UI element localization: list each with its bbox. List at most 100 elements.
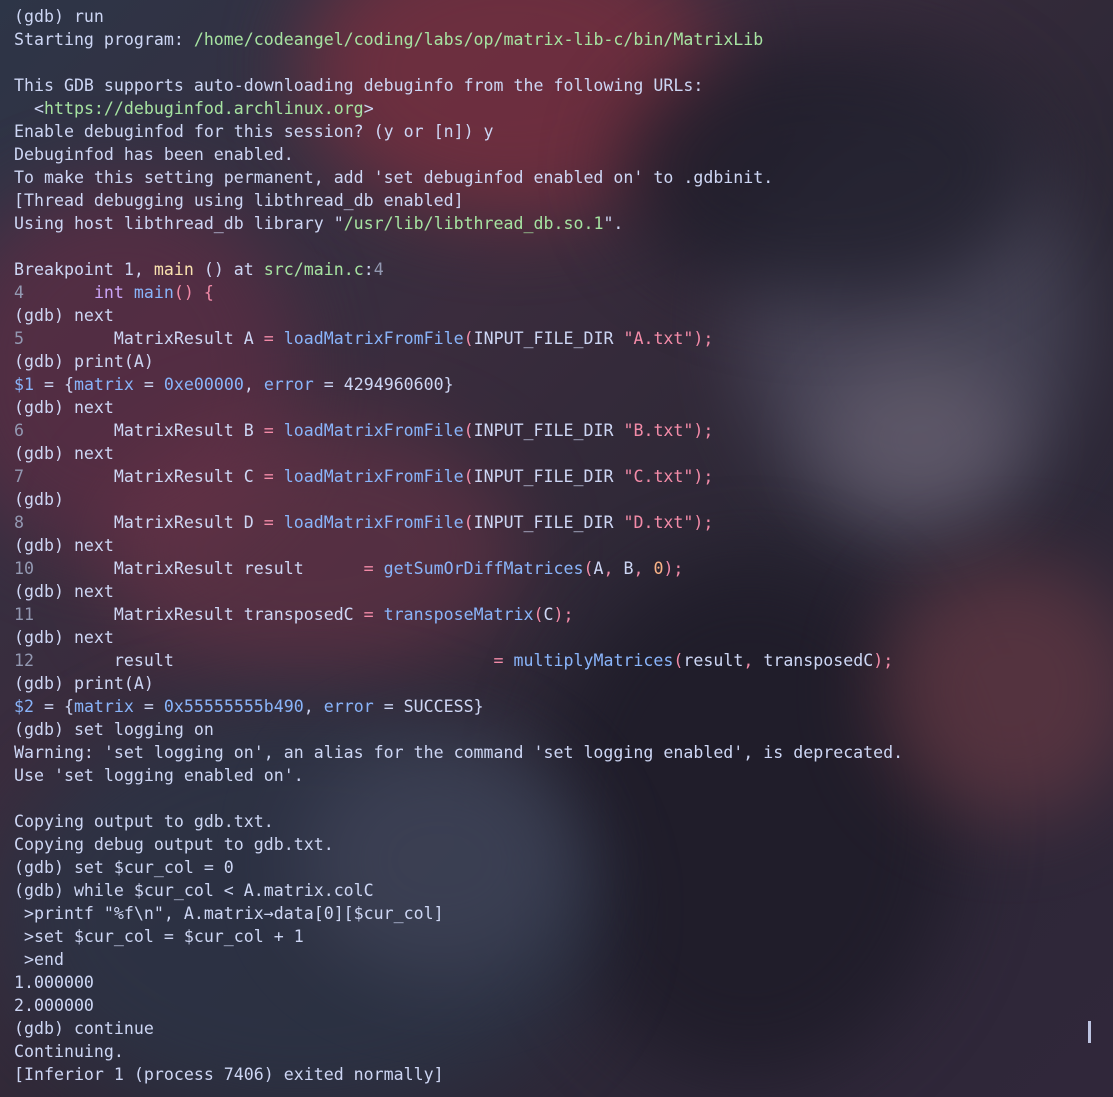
terminal-text-segment: = { xyxy=(33,697,74,716)
terminal-text-segment: Continuing. xyxy=(14,1042,124,1061)
terminal-text-segment: $1 xyxy=(14,375,34,394)
terminal-text-segment: MatrixResult A xyxy=(24,329,264,348)
terminal-text-segment: B xyxy=(613,559,634,578)
terminal-text-segment: (gdb) run xyxy=(14,7,104,26)
terminal-text-segment: ); xyxy=(553,605,574,624)
terminal-text-segment: (gdb) print(A) xyxy=(14,352,154,371)
terminal-text-segment: 7 xyxy=(14,467,24,486)
terminal-text-segment: int xyxy=(93,283,124,302)
terminal-text-segment: ( xyxy=(463,513,474,532)
terminal-text-segment: 6 xyxy=(14,421,24,440)
terminal-text-segment: >end xyxy=(14,950,64,969)
terminal-line: [Inferior 1 (process 7406) exited normal… xyxy=(14,1063,1103,1086)
terminal-line: To make this setting permanent, add 'set… xyxy=(14,166,1103,189)
terminal-line: 2.000000 xyxy=(14,994,1103,1017)
terminal-text-segment: MatrixResult D xyxy=(24,513,264,532)
terminal-text-segment: Copying debug output to gdb.txt. xyxy=(14,835,334,854)
terminal-text-segment: , xyxy=(603,559,614,578)
terminal-text-segment: C xyxy=(543,605,554,624)
terminal-text-segment: = xyxy=(263,421,274,440)
terminal-text-segment: 0x55555555b490 xyxy=(163,697,304,716)
terminal-text-segment: (gdb) next xyxy=(14,398,114,417)
terminal-text-segment: >printf "%f\n", A.matrix→data[0][$cur_co… xyxy=(14,904,444,923)
terminal-line: Breakpoint 1, main () at src/main.c:4 xyxy=(14,258,1103,281)
terminal-text-segment: 4 xyxy=(14,283,24,302)
terminal-text-segment: 2.000000 xyxy=(14,996,94,1015)
terminal-text-segment: (gdb) continue xyxy=(14,1019,154,1038)
terminal-output[interactable]: (gdb) run Starting program: /home/codeang… xyxy=(14,5,1103,1097)
terminal-text-segment: Warning: 'set logging on', an alias for … xyxy=(14,743,904,762)
terminal-line: 7 MatrixResult C = loadMatrixFromFile(IN… xyxy=(14,465,1103,488)
terminal-text-segment: ( xyxy=(463,467,474,486)
terminal-text-segment: loadMatrixFromFile xyxy=(273,329,464,348)
terminal-text-segment: >set $cur_col = $cur_col + 1 xyxy=(14,927,304,946)
terminal-text-segment: (gdb) while $cur_col < A.matrix.colC xyxy=(14,881,374,900)
terminal-line: (gdb) next xyxy=(14,534,1103,557)
terminal-line: >printf "%f\n", A.matrix→data[0][$cur_co… xyxy=(14,902,1103,925)
terminal-line: 4 int main() { xyxy=(14,281,1103,304)
terminal-text-segment: = xyxy=(133,697,164,716)
terminal-text-segment: transposeMatrix xyxy=(373,605,534,624)
terminal-text-segment: ( xyxy=(673,651,684,670)
terminal-text-segment: error xyxy=(323,697,374,716)
terminal-text-segment: main xyxy=(153,260,194,279)
terminal-text-segment: , xyxy=(243,375,264,394)
terminal-text-segment: 12 xyxy=(14,651,34,670)
terminal-text-segment: ); xyxy=(693,513,714,532)
terminal-line: <https://debuginfod.archlinux.org> xyxy=(14,97,1103,120)
terminal-line: This GDB supports auto-downloading debug… xyxy=(14,74,1103,97)
terminal-text-segment: Enable debuginfod for this session? (y o… xyxy=(14,122,494,141)
terminal-text-segment: ( xyxy=(463,421,474,440)
terminal-text-segment: > xyxy=(363,99,374,118)
terminal-text-segment: : xyxy=(363,260,374,279)
terminal-line: 6 MatrixResult B = loadMatrixFromFile(IN… xyxy=(14,419,1103,442)
terminal-text-segment: () { xyxy=(173,283,214,302)
terminal-line: (gdb) xyxy=(14,488,1103,511)
terminal-text-segment: matrix xyxy=(73,375,134,394)
terminal-text-segment: = xyxy=(263,513,274,532)
terminal-text-segment: = xyxy=(133,375,164,394)
terminal-line: (gdb) next xyxy=(14,304,1103,327)
terminal-line: 12 result = multiplyMatrices(result, tra… xyxy=(14,649,1103,672)
terminal-text-segment: ); xyxy=(663,559,684,578)
terminal-line: Copying output to gdb.txt. xyxy=(14,810,1103,833)
terminal-text-segment: MatrixResult B xyxy=(24,421,264,440)
terminal-text-segment: Copying output to gdb.txt. xyxy=(14,812,274,831)
terminal-text-segment: result xyxy=(683,651,744,670)
terminal-text-segment: matrix xyxy=(73,697,134,716)
terminal-line: >end xyxy=(14,948,1103,971)
terminal-text-segment: ( xyxy=(583,559,594,578)
terminal-text-segment: getSumOrDiffMatrices xyxy=(373,559,584,578)
terminal-text-segment: ( xyxy=(463,329,474,348)
terminal-line: (gdb) continue xyxy=(14,1017,1103,1040)
terminal-line: Copying debug output to gdb.txt. xyxy=(14,833,1103,856)
terminal-text-segment: 0xe00000 xyxy=(163,375,244,394)
terminal-text-segment: transposedC xyxy=(753,651,874,670)
terminal-text-segment: /home/codeangel/coding/labs/op/matrix-li… xyxy=(193,30,764,49)
terminal-line: $2 = {matrix = 0x55555555b490, error = S… xyxy=(14,695,1103,718)
terminal-line: (gdb) print(A) xyxy=(14,350,1103,373)
terminal-text-segment: Starting program: xyxy=(14,30,194,49)
terminal-line: (gdb) next xyxy=(14,396,1103,419)
terminal-text-segment: ); xyxy=(873,651,894,670)
terminal-line: 10 MatrixResult result = getSumOrDiffMat… xyxy=(14,557,1103,580)
terminal-text-segment: (gdb) set $cur_col = 0 xyxy=(14,858,234,877)
terminal-text-segment: = { xyxy=(33,375,74,394)
terminal-line: Continuing. xyxy=(14,1040,1103,1063)
terminal-text-segment: [Thread debugging using libthread_db ena… xyxy=(14,191,464,210)
terminal-text-segment: = xyxy=(493,651,504,670)
terminal-text-segment: (gdb) next xyxy=(14,536,114,555)
terminal-line: 5 MatrixResult A = loadMatrixFromFile(IN… xyxy=(14,327,1103,350)
terminal-text-segment: 10 xyxy=(14,559,34,578)
terminal-text-segment: MatrixResult result xyxy=(33,559,364,578)
terminal-line: (gdb) while $cur_col < A.matrix.colC xyxy=(14,879,1103,902)
terminal-text-segment: () at xyxy=(193,260,264,279)
terminal-line: (gdb) print(A) xyxy=(14,672,1103,695)
terminal-text-segment: "A.txt" xyxy=(623,329,694,348)
terminal-text-segment: ); xyxy=(693,467,714,486)
terminal-line: (gdb) next xyxy=(14,442,1103,465)
terminal-line: $1 = {matrix = 0xe00000, error = 4294960… xyxy=(14,373,1103,396)
terminal-line: Using host libthread_db library "/usr/li… xyxy=(14,212,1103,235)
terminal-text-segment: 0 xyxy=(643,559,664,578)
